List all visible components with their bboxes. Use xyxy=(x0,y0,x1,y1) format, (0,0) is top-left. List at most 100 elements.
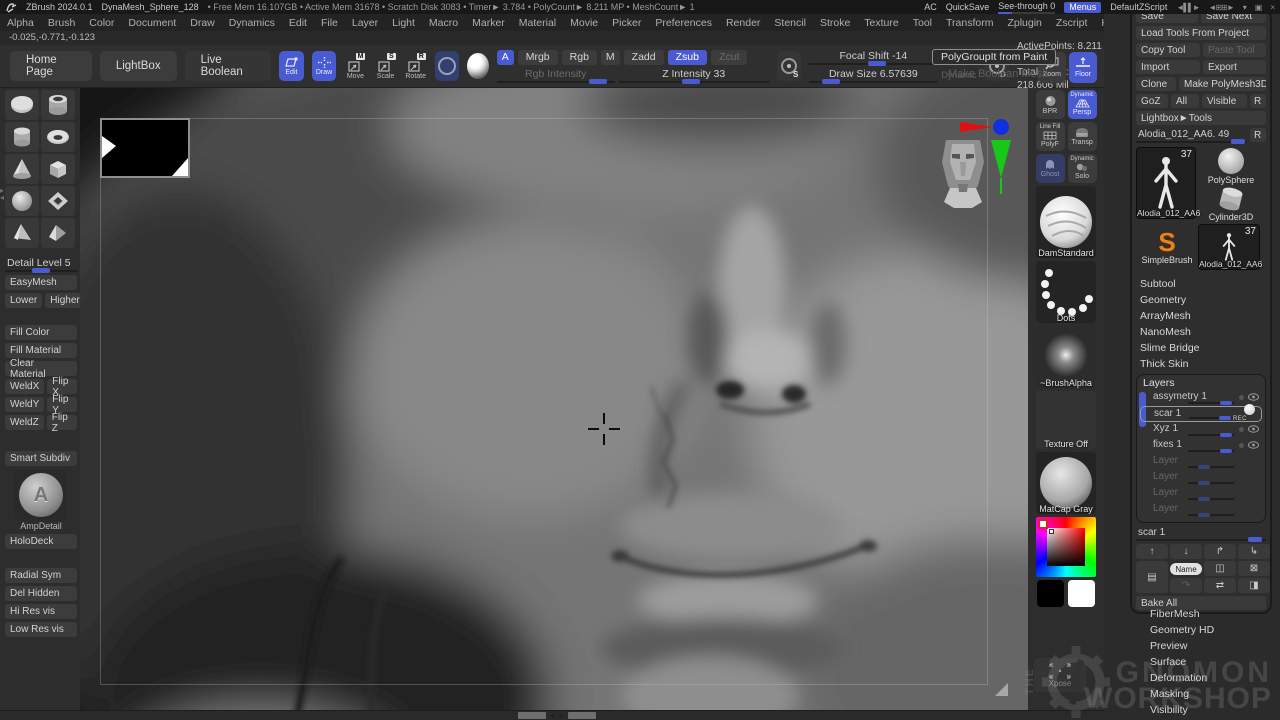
zcut-button[interactable]: Zcut xyxy=(711,50,747,65)
active-tool-thumb[interactable]: 37 Alodia_012_AA6 xyxy=(1136,147,1196,219)
menu-transform[interactable]: Transform xyxy=(939,17,1000,29)
holodeck-button[interactable]: HoloDeck xyxy=(5,534,77,549)
paste-tool-button[interactable]: Paste Tool xyxy=(1203,43,1266,57)
close-window-icon[interactable]: × xyxy=(1270,3,1274,12)
detail-level-slider[interactable]: Detail Level 5 xyxy=(5,257,77,272)
lightbox-button[interactable]: LightBox xyxy=(100,51,177,81)
draw-size-slider[interactable]: Draw Size 6.57639 xyxy=(809,68,937,83)
primitive-pyramid-thumb[interactable] xyxy=(5,218,39,248)
layer-up-button[interactable]: ↑ xyxy=(1136,544,1168,559)
current-material-ball[interactable] xyxy=(467,53,488,79)
clear-material-button[interactable]: Clear Material xyxy=(5,361,77,376)
layer-merge-button[interactable]: ↱ xyxy=(1204,544,1236,559)
goz-all-button[interactable]: All xyxy=(1171,94,1199,108)
higher-button[interactable]: Higher xyxy=(45,293,84,308)
see-through-slider[interactable]: See-through 0 xyxy=(998,1,1055,14)
zsub-button[interactable]: Zsub xyxy=(668,50,707,65)
layer-row-empty-3[interactable]: Layer xyxy=(1140,486,1262,502)
primitive-cone-thumb[interactable] xyxy=(5,154,39,184)
tool-r-button[interactable]: R xyxy=(1250,128,1266,142)
menu-edit[interactable]: Edit xyxy=(282,17,314,29)
copy-tool-button[interactable]: Copy Tool xyxy=(1136,43,1200,57)
menu-render[interactable]: Render xyxy=(719,17,767,29)
primitive-cylinder-thumb[interactable] xyxy=(5,122,39,152)
section-subtool[interactable]: Subtool xyxy=(1136,276,1266,292)
ghost-button[interactable]: Ghost xyxy=(1036,154,1065,183)
main-color-swatch[interactable] xyxy=(1037,580,1064,607)
fill-color-button[interactable]: Fill Color xyxy=(5,325,77,340)
anchor-a-button[interactable]: A xyxy=(497,50,514,65)
layer-split-button[interactable]: ↳ xyxy=(1238,544,1270,559)
menu-movie[interactable]: Movie xyxy=(563,17,605,29)
menu-zplugin[interactable]: Zplugin xyxy=(1000,17,1048,29)
focal-shift-handle[interactable] xyxy=(868,61,886,66)
flipy-button[interactable]: Flip Y xyxy=(47,397,77,412)
zadd-button[interactable]: Zadd xyxy=(624,50,664,65)
polyhead-widget[interactable] xyxy=(938,132,988,208)
home-page-button[interactable]: Home Page xyxy=(10,51,92,81)
hires-vis-button[interactable]: Hi Res vis xyxy=(5,604,77,619)
primitive-sphere-thumb[interactable] xyxy=(5,186,39,216)
section-nanomesh[interactable]: NanoMesh xyxy=(1136,324,1266,340)
menu-layer[interactable]: Layer xyxy=(345,17,385,29)
scale-mode-button[interactable]: S Scale xyxy=(374,53,396,80)
primitive-pyramid2-thumb[interactable] xyxy=(41,218,75,248)
menu-color[interactable]: Color xyxy=(82,17,121,29)
rgb-intensity-handle[interactable] xyxy=(589,79,607,84)
active-tool-slider-handle[interactable] xyxy=(1231,139,1245,144)
layer-row-xyz[interactable]: Xyz 1 xyxy=(1140,422,1262,438)
menu-stencil[interactable]: Stencil xyxy=(767,17,813,29)
canvas-resize-grip[interactable] xyxy=(995,683,1008,696)
polyframe-button[interactable]: Line Fill PolyF xyxy=(1036,122,1065,151)
cylinder3d-tool-thumb[interactable]: Cylinder3D xyxy=(1198,186,1264,222)
quicksave-button[interactable]: QuickSave xyxy=(946,2,990,12)
draw-mode-button[interactable]: Draw xyxy=(312,51,337,81)
restore-window-icon[interactable]: ▣ xyxy=(1255,3,1262,12)
layer-name-button[interactable]: Name xyxy=(1170,563,1202,575)
floor-grid-button[interactable]: Floor xyxy=(1069,52,1097,83)
section-geometry-hd[interactable]: Geometry HD xyxy=(1146,622,1218,638)
clone-button[interactable]: Clone xyxy=(1136,77,1176,91)
section-arraymesh[interactable]: ArrayMesh xyxy=(1136,308,1266,324)
layer-row-empty-4[interactable]: Layer xyxy=(1140,502,1262,518)
section-thick-skin[interactable]: Thick Skin xyxy=(1136,356,1266,372)
menu-material[interactable]: Material xyxy=(512,17,563,29)
menu-marker[interactable]: Marker xyxy=(465,17,512,29)
layer-down-button[interactable]: ↓ xyxy=(1170,544,1202,559)
layers-title[interactable]: Layers xyxy=(1140,376,1262,390)
tray-divider-handle[interactable]: ◄ ► xyxy=(518,712,596,719)
menu-alpha[interactable]: Alpha xyxy=(0,17,41,29)
menu-macro[interactable]: Macro xyxy=(422,17,465,29)
lower-button[interactable]: Lower xyxy=(5,293,42,308)
secondary-color-swatch[interactable] xyxy=(1068,580,1095,607)
sculptris-pro-button[interactable] xyxy=(435,51,460,81)
layer-row-empty-2[interactable]: Layer xyxy=(1140,470,1262,486)
section-fibermesh[interactable]: FiberMesh xyxy=(1146,606,1218,622)
layer-new-button[interactable]: ▤ xyxy=(1136,561,1168,593)
active-tool-slider[interactable]: Alodia_012_AA6. 49 xyxy=(1136,128,1247,143)
section-slime-bridge[interactable]: Slime Bridge xyxy=(1136,340,1266,356)
z-intensity-handle[interactable] xyxy=(682,79,700,84)
menu-light[interactable]: Light xyxy=(385,17,422,29)
layer-row-fixes[interactable]: fixes 1 xyxy=(1140,438,1262,454)
flipz-button[interactable]: Flip Z xyxy=(47,415,77,430)
polysphere-tool-thumb[interactable]: PolySphere xyxy=(1198,147,1264,185)
eye-icon[interactable] xyxy=(1248,393,1259,401)
lightbox-tools-button[interactable]: Lightbox►Tools xyxy=(1136,111,1266,125)
layer-row-assymetry[interactable]: assymetry 1 xyxy=(1140,390,1262,406)
section-preview[interactable]: Preview xyxy=(1146,638,1218,654)
section-masking[interactable]: Masking xyxy=(1146,686,1218,702)
load-tools-project-button[interactable]: Load Tools From Project xyxy=(1136,26,1266,40)
menu-zscript[interactable]: Zscript xyxy=(1049,17,1095,29)
goz-visible-button[interactable]: Visible xyxy=(1202,94,1247,108)
menu-brush[interactable]: Brush xyxy=(41,17,82,29)
flipx-button[interactable]: Flip X xyxy=(47,379,77,394)
menu-draw[interactable]: Draw xyxy=(183,17,222,29)
tray-collapse-arrows[interactable]: ▸◂ xyxy=(0,187,4,201)
see-through-handle[interactable] xyxy=(998,12,1012,14)
section-deformation[interactable]: Deformation xyxy=(1146,670,1218,686)
menu-stroke[interactable]: Stroke xyxy=(813,17,857,29)
layer-delete-button[interactable]: ⊠ xyxy=(1238,561,1270,576)
menu-texture[interactable]: Texture xyxy=(857,17,905,29)
menu-dynamics[interactable]: Dynamics xyxy=(222,17,282,29)
